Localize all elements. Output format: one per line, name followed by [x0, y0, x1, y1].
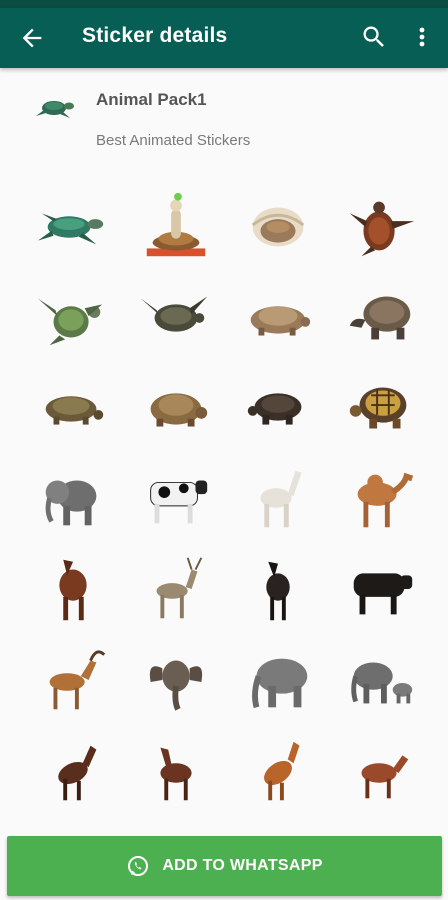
sticker-sea-turtle-swimming[interactable]: [22, 271, 125, 362]
sticker-grey-elephant[interactable]: [227, 635, 330, 726]
sticker-tortoise-hatchling[interactable]: [227, 180, 330, 271]
sticker-turtle-figurine[interactable]: [125, 180, 228, 271]
pack-subtitle: Best Animated Stickers: [96, 132, 251, 149]
sticker-giant-tortoise[interactable]: [330, 271, 433, 362]
sticker-tortoise-walking[interactable]: [125, 362, 228, 453]
more-vert-icon[interactable]: [412, 23, 432, 51]
sticker-elephant-with-calf[interactable]: [330, 635, 433, 726]
sticker-star-tortoise[interactable]: [330, 362, 433, 453]
sticker-tortoise-small[interactable]: [22, 362, 125, 453]
page-title: Sticker details: [82, 24, 228, 47]
sticker-tortoise[interactable]: [227, 271, 330, 362]
whatsapp-icon: [128, 856, 149, 876]
sticker-elephant-calf[interactable]: [22, 453, 125, 544]
sticker-camel[interactable]: [330, 453, 433, 544]
app-bar: Sticker details: [0, 8, 448, 68]
sticker-galloping-horse[interactable]: [125, 726, 228, 817]
pack-name: Animal Pack1: [96, 90, 207, 109]
turtle-tray-icon: [36, 101, 74, 118]
sticker-rearing-horse[interactable]: [22, 726, 125, 817]
sticker-turtle-top-view[interactable]: [125, 271, 228, 362]
sticker-goat[interactable]: [22, 635, 125, 726]
status-bar: [0, 0, 448, 8]
sticker-bull[interactable]: [330, 544, 433, 635]
sticker-elephant-front[interactable]: [125, 635, 228, 726]
add-to-whatsapp-button[interactable]: ADD TO WHATSAPP: [7, 836, 442, 896]
sticker-brown-horse-running[interactable]: [330, 726, 433, 817]
sticker-white-horse[interactable]: [227, 453, 330, 544]
pack-header: Animal Pack1 Best Animated Stickers: [0, 68, 448, 158]
sticker-chestnut-horse-rearing[interactable]: [227, 726, 330, 817]
sticker-cow[interactable]: [125, 453, 228, 544]
search-icon[interactable]: [360, 23, 388, 51]
back-arrow-icon[interactable]: [18, 24, 46, 52]
sticker-black-horse[interactable]: [227, 544, 330, 635]
sticker-deer[interactable]: [125, 544, 228, 635]
sticker-swimming-turtle[interactable]: [330, 180, 433, 271]
sticker-brown-horse[interactable]: [22, 544, 125, 635]
sticker-grid: [22, 180, 432, 820]
sticker-dark-tortoise[interactable]: [227, 362, 330, 453]
sticker-sea-turtle[interactable]: [22, 180, 125, 271]
add-to-whatsapp-label: ADD TO WHATSAPP: [162, 857, 323, 874]
